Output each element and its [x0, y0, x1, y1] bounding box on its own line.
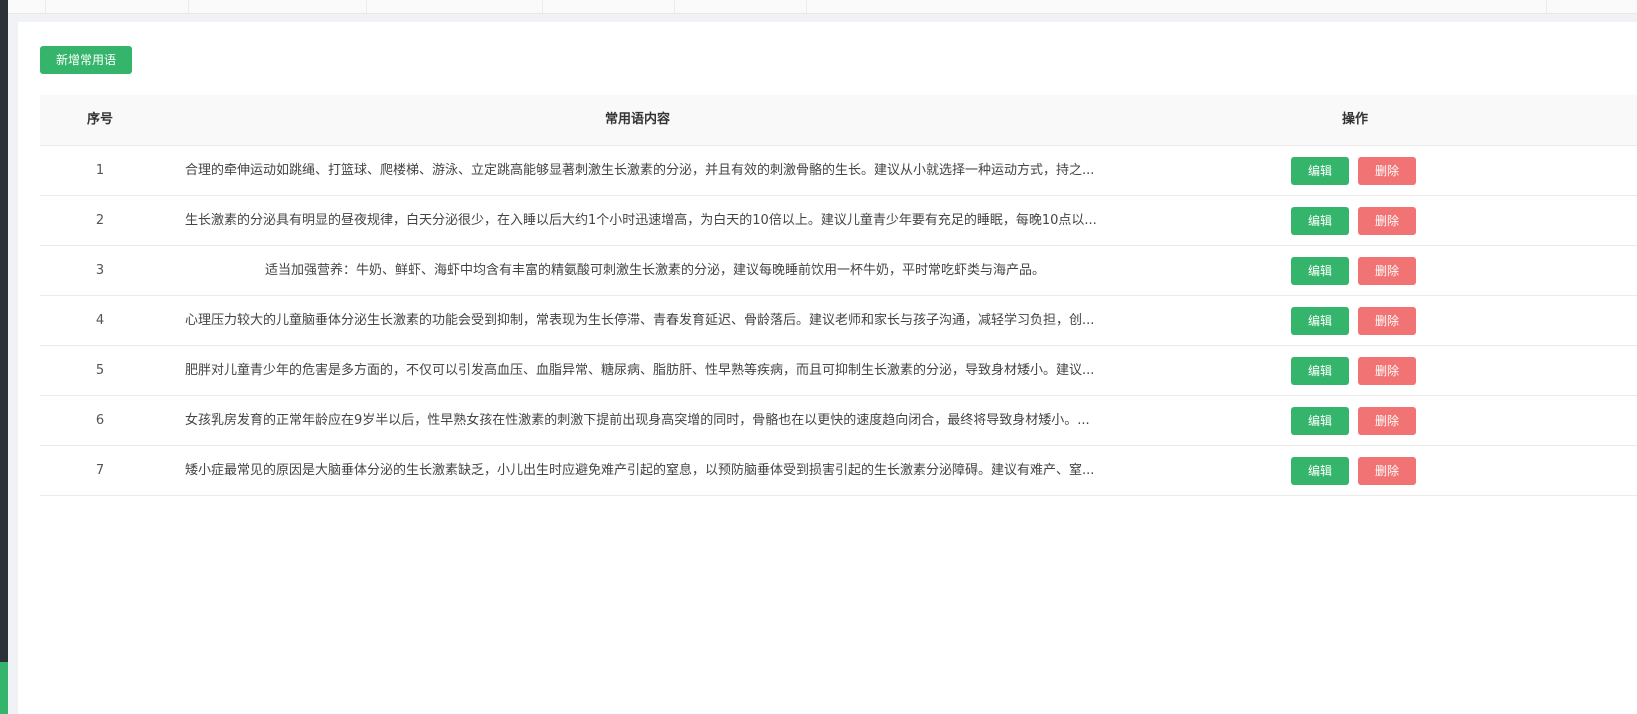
- edit-button[interactable]: 编辑: [1291, 257, 1349, 285]
- table-row: 5 肥胖对儿童青少年的危害是多方面的，不仅可以引发高血压、血脂异常、糖尿病、脂肪肝…: [40, 346, 1637, 396]
- row-content: 肥胖对儿童青少年的危害是多方面的，不仅可以引发高血压、血脂异常、糖尿病、脂肪肝、…: [185, 363, 1095, 378]
- header-actions: 操作: [1341, 112, 1368, 127]
- delete-button[interactable]: 删除: [1358, 207, 1416, 235]
- content-panel: 新增常用语 序号 常用语内容 操作 1 合理的牵伸运动如跳绳、打篮球、爬楼梯、游泳…: [18, 22, 1637, 714]
- delete-button[interactable]: 删除: [1358, 407, 1416, 435]
- divider: [188, 0, 189, 13]
- edit-button[interactable]: 编辑: [1291, 207, 1349, 235]
- delete-button[interactable]: 删除: [1358, 307, 1416, 335]
- divider: [674, 0, 675, 13]
- divider: [366, 0, 367, 13]
- divider: [45, 0, 46, 13]
- header-index: 序号: [86, 112, 113, 127]
- row-index: 1: [95, 163, 105, 178]
- edit-button[interactable]: 编辑: [1291, 157, 1349, 185]
- edit-button[interactable]: 编辑: [1291, 457, 1349, 485]
- sidebar-active-indicator: [0, 662, 8, 714]
- row-content: 心理压力较大的儿童脑垂体分泌生长激素的功能会受到抑制，常表现为生长停滞、青春发育…: [185, 313, 1095, 328]
- sidebar-edge: [0, 0, 8, 714]
- table-row: 7 矮小症最常见的原因是大脑垂体分泌的生长激素缺乏，小儿出生时应避免难产引起的窒息…: [40, 446, 1637, 496]
- row-index: 2: [95, 213, 105, 228]
- table-row: 6 女孩乳房发育的正常年龄应在9岁半以后，性早熟女孩在性激素的刺激下提前出现身高突…: [40, 396, 1637, 446]
- row-index: 7: [95, 463, 105, 478]
- row-index: 4: [95, 313, 105, 328]
- table-row: 4 心理压力较大的儿童脑垂体分泌生长激素的功能会受到抑制，常表现为生长停滞、青春发…: [40, 296, 1637, 346]
- edit-button[interactable]: 编辑: [1291, 307, 1349, 335]
- row-content: 适当加强营养：牛奶、鲜虾、海虾中均含有丰富的精氨酸可刺激生长激素的分泌，建议每晚…: [264, 263, 1045, 278]
- header-content: 常用语内容: [604, 112, 670, 127]
- table-row: 3 适当加强营养：牛奶、鲜虾、海虾中均含有丰富的精氨酸可刺激生长激素的分泌，建议每…: [40, 246, 1637, 296]
- delete-button[interactable]: 删除: [1358, 157, 1416, 185]
- add-phrase-button[interactable]: 新增常用语: [40, 46, 132, 74]
- delete-button[interactable]: 删除: [1358, 357, 1416, 385]
- row-content: 女孩乳房发育的正常年龄应在9岁半以后，性早熟女孩在性激素的刺激下提前出现身高突增…: [185, 413, 1090, 428]
- row-index: 3: [95, 263, 105, 278]
- row-content: 生长激素的分泌具有明显的昼夜规律，白天分泌很少，在入睡以后大约1个小时迅速增高，…: [185, 213, 1097, 228]
- row-index: 6: [95, 413, 105, 428]
- delete-button[interactable]: 删除: [1358, 457, 1416, 485]
- divider: [1546, 0, 1547, 13]
- edit-button[interactable]: 编辑: [1291, 357, 1349, 385]
- table-header: 序号 常用语内容 操作: [40, 95, 1637, 146]
- delete-button[interactable]: 删除: [1358, 257, 1416, 285]
- row-content: 合理的牵伸运动如跳绳、打篮球、爬楼梯、游泳、立定跳高能够显著刺激生长激素的分泌，…: [185, 163, 1095, 178]
- table-row: 1 合理的牵伸运动如跳绳、打篮球、爬楼梯、游泳、立定跳高能够显著刺激生长激素的分泌…: [40, 146, 1637, 196]
- table-row: 2 生长激素的分泌具有明显的昼夜规律，白天分泌很少，在入睡以后大约1个小时迅速增高…: [40, 196, 1637, 246]
- row-index: 5: [95, 363, 105, 378]
- table-body: 1 合理的牵伸运动如跳绳、打篮球、爬楼梯、游泳、立定跳高能够显著刺激生长激素的分泌…: [40, 146, 1637, 496]
- divider: [806, 0, 807, 13]
- divider: [542, 0, 543, 13]
- edit-button[interactable]: 编辑: [1291, 407, 1349, 435]
- row-content: 矮小症最常见的原因是大脑垂体分泌的生长激素缺乏，小儿出生时应避免难产引起的窒息，…: [185, 463, 1095, 478]
- phrase-table: 序号 常用语内容 操作 1 合理的牵伸运动如跳绳、打篮球、爬楼梯、游泳、立定跳高能…: [40, 95, 1637, 496]
- top-table-remnant: [8, 0, 1637, 14]
